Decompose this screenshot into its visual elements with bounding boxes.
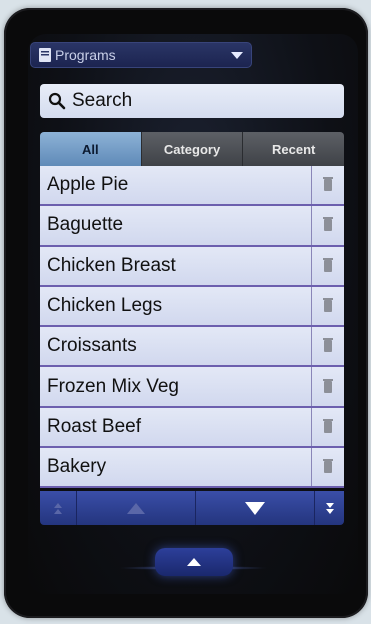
list-item[interactable]: Frozen Mix Veg <box>40 367 344 408</box>
search-input[interactable]: Search <box>40 84 344 118</box>
trash-icon <box>323 378 333 393</box>
delete-button[interactable] <box>312 367 344 405</box>
list-item[interactable]: Chicken Breast <box>40 246 344 287</box>
delete-button[interactable] <box>312 327 344 365</box>
scroll-down-button[interactable] <box>195 491 314 525</box>
program-name[interactable]: Croissants <box>40 327 312 366</box>
trash-icon <box>323 338 333 353</box>
scroll-up-button[interactable] <box>76 491 195 525</box>
search-icon <box>48 92 66 110</box>
delete-button[interactable] <box>312 448 344 486</box>
chevron-down-icon <box>231 51 243 59</box>
list-item[interactable]: Chicken Legs <box>40 286 344 328</box>
delete-button[interactable] <box>312 206 344 244</box>
trash-icon <box>323 298 333 313</box>
filter-tabs: All Category Recent <box>40 132 344 166</box>
delete-button[interactable] <box>312 287 344 325</box>
programs-dropdown[interactable]: Programs <box>30 42 252 68</box>
trash-icon <box>323 177 333 192</box>
arrow-down-icon <box>245 501 265 515</box>
delete-button[interactable] <box>312 408 344 446</box>
program-name[interactable]: Baguette <box>40 206 312 245</box>
arrow-up-icon <box>127 502 145 514</box>
tab-all[interactable]: All <box>40 132 141 166</box>
tab-recent[interactable]: Recent <box>242 132 344 166</box>
trash-icon <box>323 257 333 272</box>
list-item[interactable]: Baguette <box>40 206 344 247</box>
trash-icon <box>323 418 333 433</box>
dropdown-label: Programs <box>55 47 116 63</box>
program-name[interactable]: Roast Beef <box>40 407 312 447</box>
list-item[interactable]: Apple Pie <box>40 166 344 207</box>
delete-button[interactable] <box>312 166 344 204</box>
tab-category[interactable]: Category <box>140 132 243 166</box>
scroll-to-top-button[interactable] <box>40 491 76 525</box>
list-item[interactable]: Croissants <box>40 327 344 368</box>
scroll-to-bottom-icon <box>325 502 334 514</box>
trash-icon <box>323 217 333 232</box>
program-list: Apple Pie Baguette Chicken Breast Chicke… <box>40 166 344 489</box>
list-item[interactable]: Bakery <box>40 448 344 489</box>
delete-button[interactable] <box>312 247 344 285</box>
arrow-up-icon <box>187 558 201 566</box>
list-scroll-toolbar <box>40 491 344 525</box>
trash-icon <box>323 459 333 474</box>
expand-handle-button[interactable] <box>155 548 233 576</box>
scroll-to-bottom-button[interactable] <box>314 491 344 525</box>
program-name[interactable]: Chicken Breast <box>40 246 312 285</box>
document-icon <box>39 48 51 62</box>
program-name[interactable]: Frozen Mix Veg <box>40 367 312 406</box>
program-name[interactable]: Chicken Legs <box>40 286 312 326</box>
program-name[interactable]: Bakery <box>40 448 312 487</box>
scroll-to-top-icon <box>54 502 62 514</box>
program-name[interactable]: Apple Pie <box>40 166 312 205</box>
list-item[interactable]: Roast Beef <box>40 407 344 449</box>
search-placeholder: Search <box>72 90 133 111</box>
